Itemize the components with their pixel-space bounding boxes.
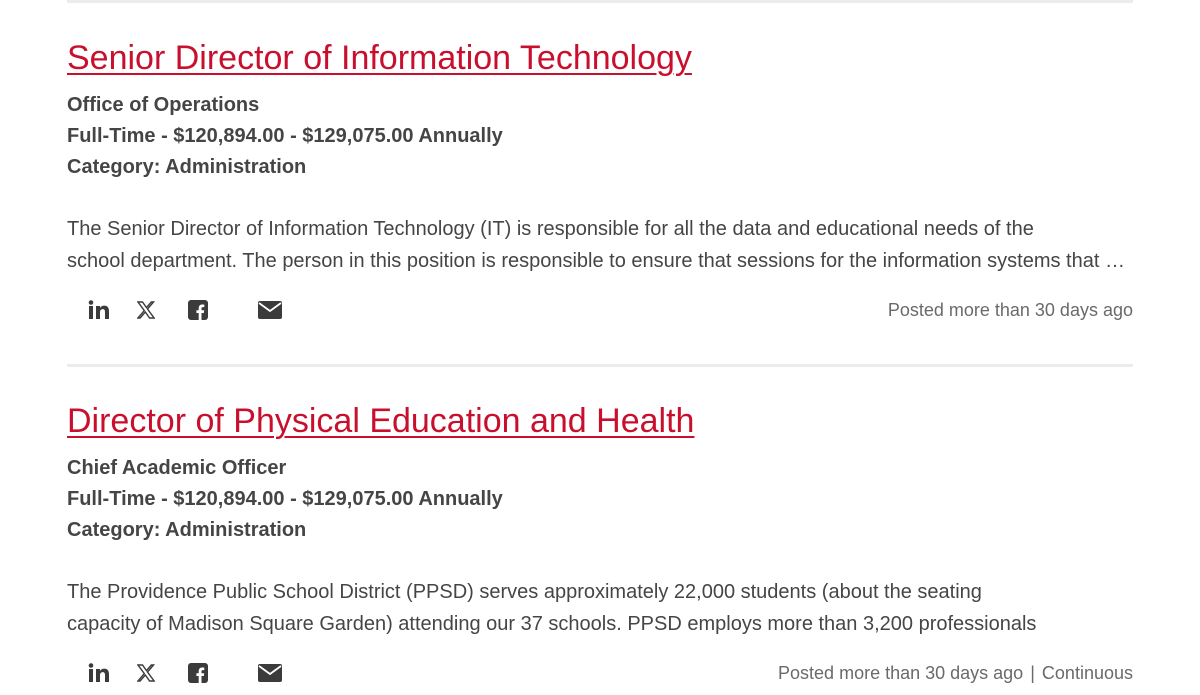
job-category: Category: Administration [67,156,307,178]
job-listing: Senior Director of Information Technolog… [67,38,1133,325]
job-description: The Providence Public School District (P… [67,576,1133,640]
job-salary: Full-Time - $120,894.00 - $129,075.00 An… [67,125,503,147]
email-icon[interactable] [257,660,283,686]
job-meta: Office of Operations Full-Time - $120,89… [67,90,1133,183]
job-description-line: The Providence Public School District (P… [67,581,982,603]
job-department: Office of Operations [67,94,260,116]
job-description-line: The Senior Director of Information Techn… [67,218,1034,240]
posted-text: Posted more than 30 days ago [887,300,1133,320]
job-description-line: capacity of Madison Square Garden) atten… [67,613,1037,635]
top-divider [67,0,1133,3]
job-listing: Director of Physical Education and Healt… [67,401,1133,688]
linkedin-icon[interactable] [87,297,111,323]
job-title-link[interactable]: Director of Physical Education and Healt… [67,401,694,441]
job-description: The Senior Director of Information Techn… [67,213,1133,277]
job-description-line: school department. The person in this po… [67,250,1133,272]
posted-date: Posted more than 30 days ago | Continuou… [778,660,1133,686]
job-salary: Full-Time - $120,894.00 - $129,075.00 An… [67,488,503,510]
job-department: Chief Academic Officer [67,457,287,479]
posted-status: Continuous [1041,663,1133,683]
facebook-icon[interactable] [187,660,209,686]
listing-divider [67,364,1133,367]
job-footer: Posted more than 30 days ago | Continuou… [67,658,1133,688]
posted-date: Posted more than 30 days ago [888,297,1133,323]
facebook-icon[interactable] [187,297,209,323]
x-twitter-icon[interactable] [135,660,157,686]
email-icon[interactable] [257,297,283,323]
linkedin-icon[interactable] [87,660,111,686]
posted-separator: | [1030,663,1035,683]
job-listings-page: Senior Director of Information Technolog… [0,0,1200,695]
job-title-link[interactable]: Senior Director of Information Technolog… [67,38,692,78]
job-footer: Posted more than 30 days ago [67,295,1133,325]
x-twitter-icon[interactable] [135,297,157,323]
job-meta: Chief Academic Officer Full-Time - $120,… [67,453,1133,546]
posted-text: Posted more than 30 days ago [778,663,1024,683]
job-category: Category: Administration [67,519,307,541]
